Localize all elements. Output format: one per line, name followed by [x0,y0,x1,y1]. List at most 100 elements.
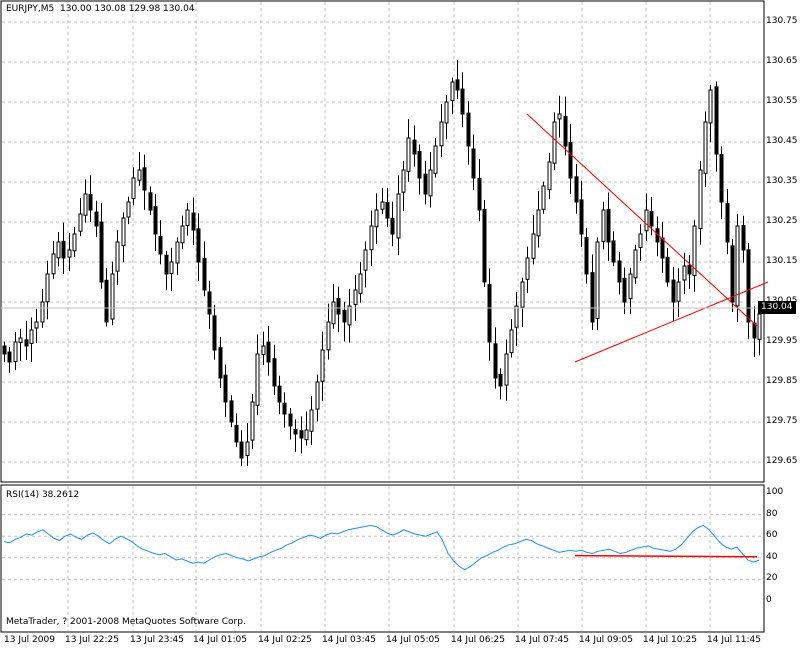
candle-body-down [574,176,579,203]
candle-body-up [67,249,72,258]
candle-body-down [7,351,12,363]
candle-body-down [153,206,158,235]
price-tick-label: 130.65 [766,56,798,66]
candle-body-up [520,281,525,308]
candle-body-down [148,192,153,211]
candle-body-down [687,264,692,275]
candle-body-up [433,145,438,174]
candle-body-up [331,301,336,325]
candle-body-up [320,349,325,382]
candle-body-up [347,305,352,326]
candle-body-up [374,209,379,228]
candle-body-up [255,353,260,406]
candle-body-down [719,154,724,203]
chart-header: EURJPY,M5 130.00 130.08 129.98 130.04 [6,4,195,15]
candle-body-down [104,279,109,323]
candle-body-up [638,233,643,248]
time-tick-label: 13 Jul 22:25 [65,635,119,645]
price-tick-label: 129.65 [766,456,798,466]
rsi-tick-label: 0 [766,595,772,605]
candle-body-up [369,225,374,251]
candle-body-up [698,169,703,229]
candle-body-up [363,249,368,271]
candle-body-up [56,241,61,259]
candle-body-up [396,193,401,239]
candle-body-down [207,291,212,315]
candle-body-down [385,201,390,219]
candle-body-up [51,253,56,275]
time-tick-label: 13 Jul 2009 [4,635,55,645]
candle-body-down [460,88,465,115]
candle-body-down [671,279,676,303]
candle-body-down [725,203,730,243]
candle-body-up [29,329,34,344]
candle-body-up [180,225,185,244]
candle-body-down [665,256,670,283]
candle-body-up [13,341,18,362]
candle-body-up [18,337,23,343]
candle-body-down [282,402,287,415]
candle-body-down [568,142,573,179]
candle-body-down [223,374,228,403]
candle-body-up [121,217,126,247]
candle-body-up [547,161,552,191]
candle-body-down [579,199,584,235]
price-tick-label: 130.15 [766,256,798,266]
candle-body-down [730,245,735,303]
candle-body-down [390,217,395,235]
candle-body-up [525,257,530,280]
candle-body-down [617,260,622,283]
candle-body-down [487,284,492,343]
candle-body-up [78,213,83,232]
candle-body-up [110,273,115,320]
candle-body-down [212,315,217,351]
candle-body-down [202,257,207,291]
rsi-tick-label: 80 [766,508,778,519]
candle-body-down [417,150,422,179]
price-tick-label: 129.95 [766,336,798,346]
candle-body-up [428,169,433,197]
candle-body-up [40,301,45,323]
candle-body-up [595,241,600,319]
candle-body-down [158,236,163,255]
candle-body-up [45,273,50,303]
candle-body-down [493,343,498,379]
candle-body-up [531,233,536,259]
candle-body-up [628,273,633,300]
candle-body-down [299,430,304,439]
candle-body-up [439,121,444,147]
candle-body-up [552,121,557,164]
candle-body-up [126,201,131,218]
candle-body-down [649,210,654,227]
copyright-text: MetaTrader, ? 2001-2008 MetaQuotes Softw… [6,617,246,627]
candle-body-up [34,321,39,329]
candle-body-down [752,322,757,339]
candle-body-down [142,167,147,191]
price-tick-label: 130.45 [766,136,798,146]
candle-body-down [99,221,104,283]
chart-canvas[interactable] [0,0,806,649]
candle-body-up [509,329,514,354]
rsi-tick-label: 100 [766,487,784,497]
candle-body-up [444,101,449,124]
candle-body-up [309,409,314,432]
candle-body-down [191,212,196,231]
candle-body-down [94,211,99,227]
price-tick-label: 129.75 [766,416,798,426]
candle-body-down [342,309,347,323]
candle-body-up [757,313,762,340]
candle-body-up [644,209,649,232]
candle-body-down [164,254,169,275]
candle-body-down [24,339,29,347]
candle-body-up [169,261,174,274]
candle-body-up [541,185,546,210]
rsi-tick-label: 40 [766,551,778,562]
price-tick-label: 129.85 [766,376,798,386]
time-tick-label: 14 Jul 01:05 [193,635,247,645]
candle-body-down [741,225,746,251]
candle-body-up [131,177,136,200]
candle-body-up [175,241,180,264]
candle-body-down [466,112,471,147]
candle-body-down [196,228,201,263]
candle-body-up [633,249,638,279]
